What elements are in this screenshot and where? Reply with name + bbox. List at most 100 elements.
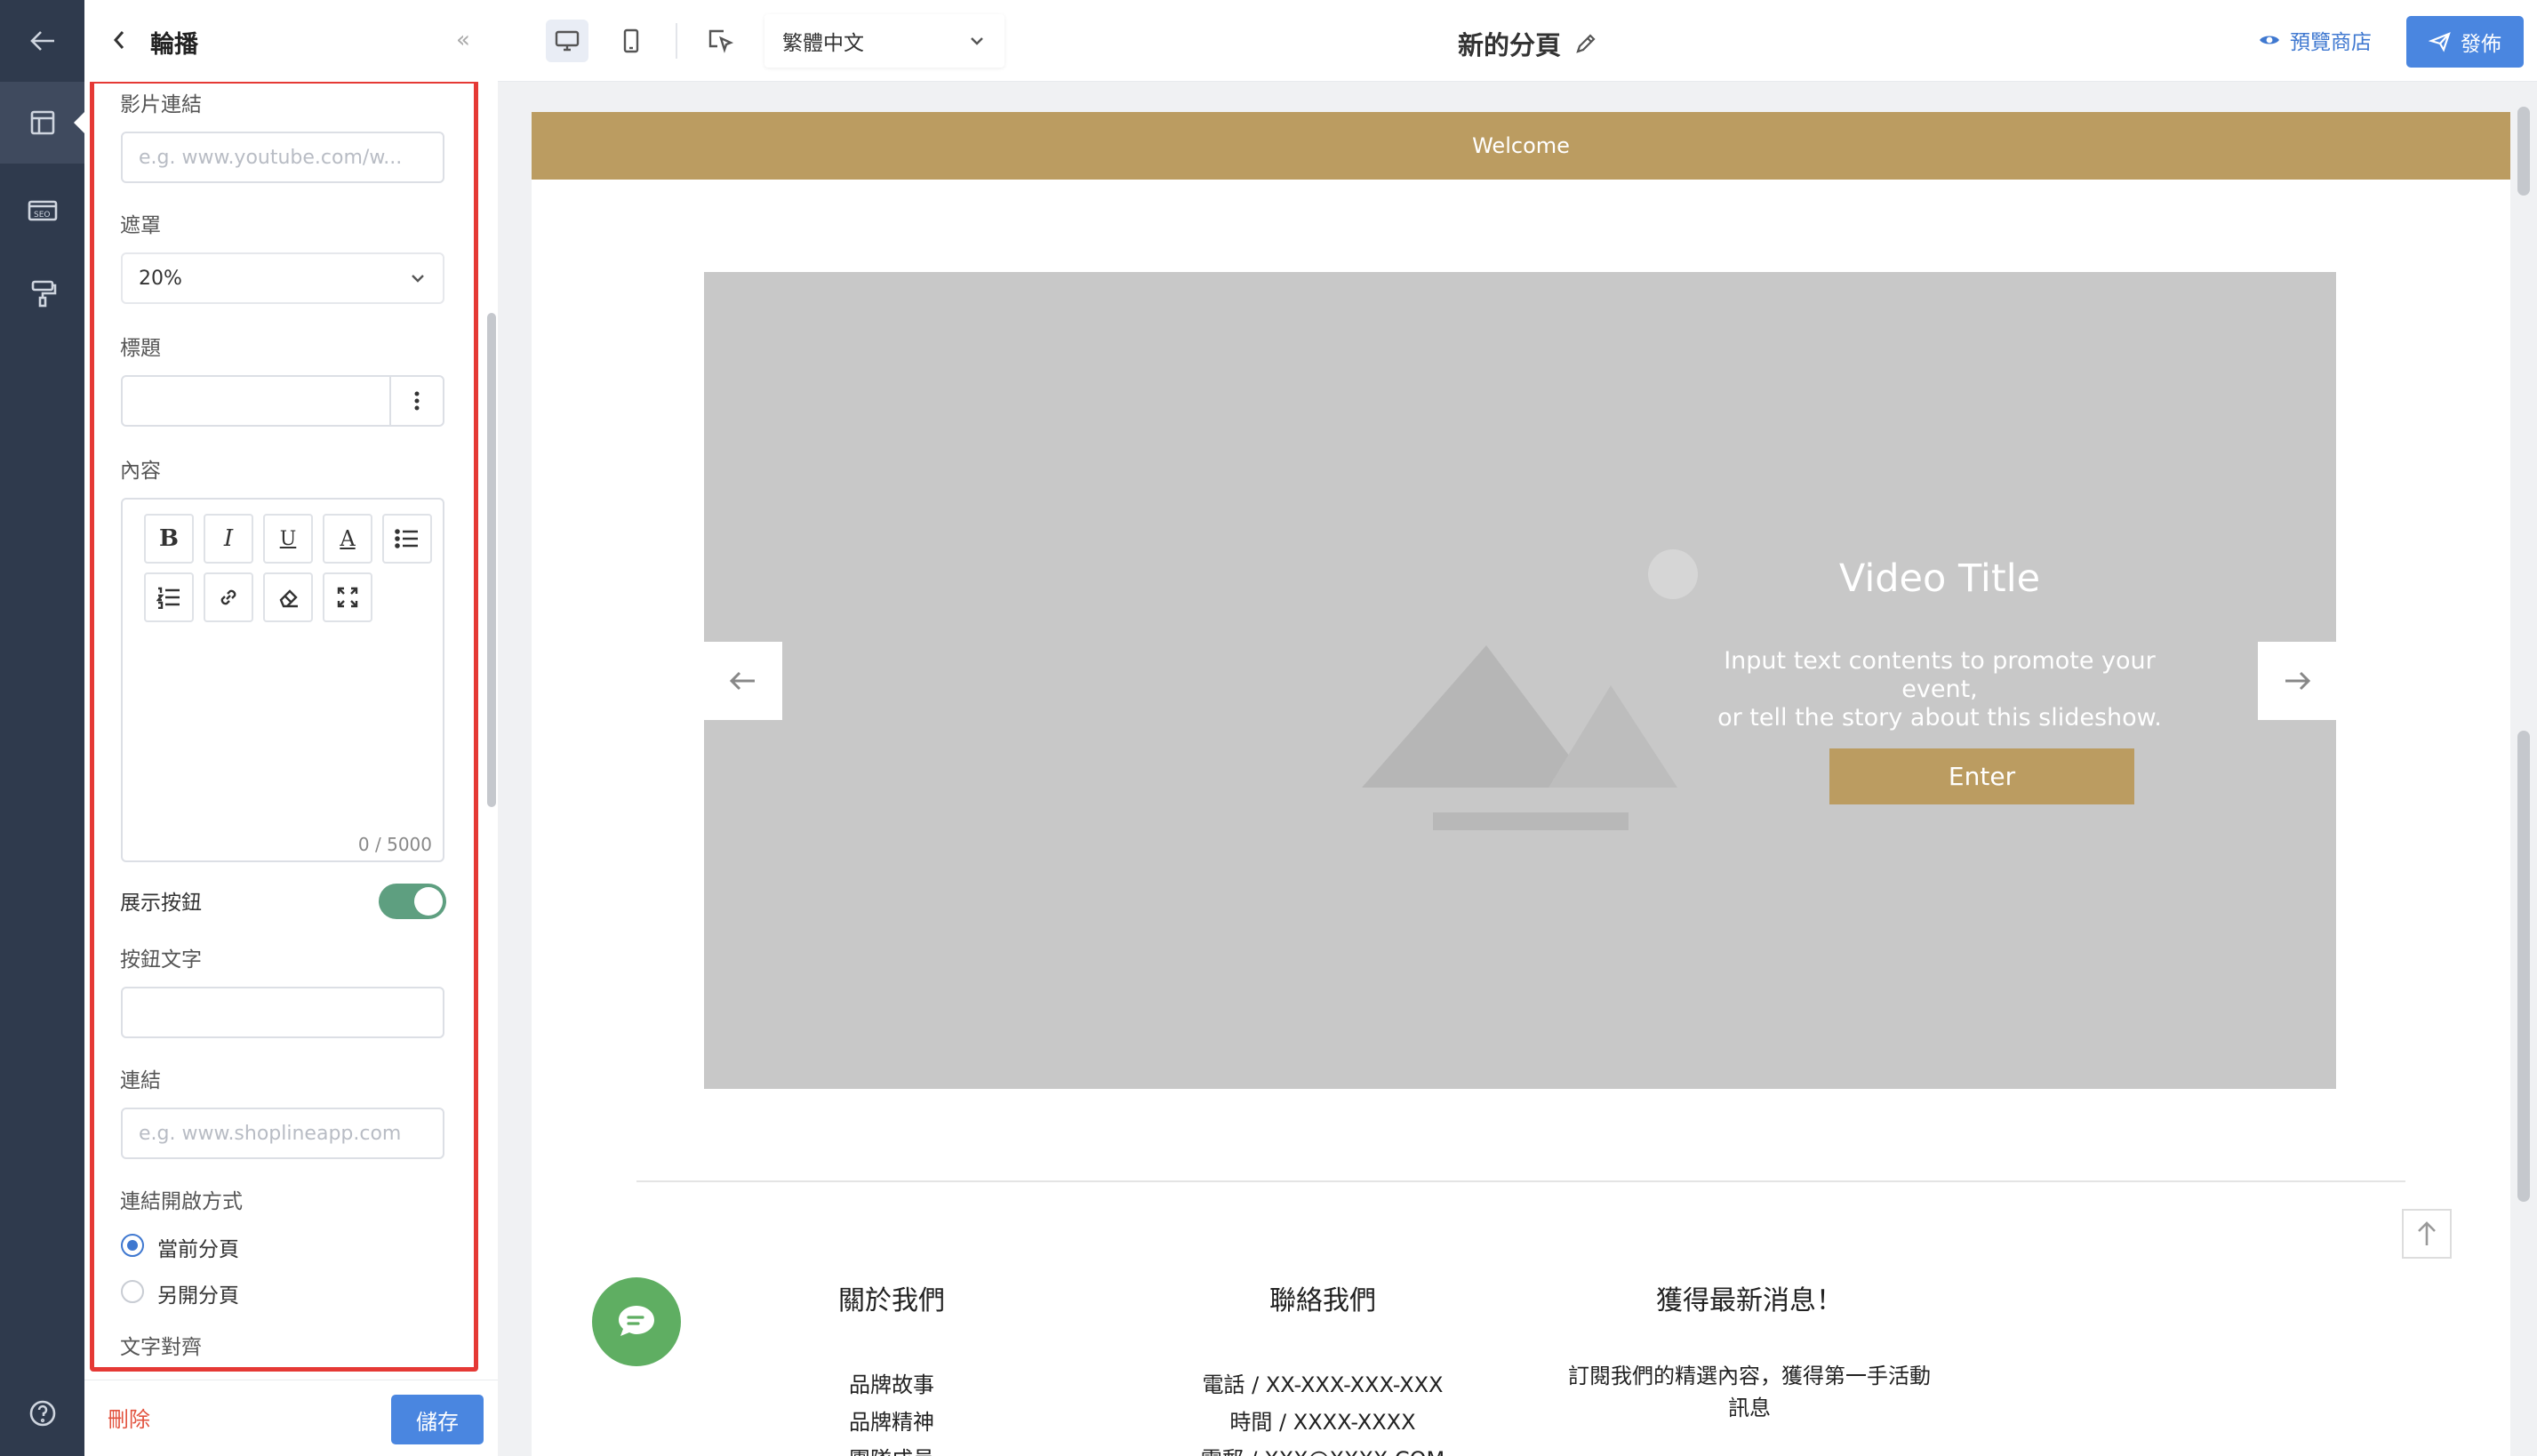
clear-format-button[interactable] — [263, 572, 313, 622]
save-button[interactable]: 儲存 — [391, 1395, 484, 1444]
arrow-up-icon — [2418, 1221, 2436, 1245]
panel-header: 輪播 « — [84, 0, 498, 82]
link-label: 連結 — [120, 1069, 161, 1092]
footer-contact-item: 電郵 / XXX@XXXX.COM — [1154, 1442, 1492, 1456]
back-to-top-button[interactable] — [2402, 1209, 2452, 1259]
fullscreen-icon — [337, 587, 358, 608]
footer-news-text-line-2: 訊息 — [1728, 1396, 1771, 1420]
footer-contact-item: 時間 / XXXX-XXXX — [1229, 1410, 1416, 1435]
mobile-view-button[interactable] — [610, 20, 652, 62]
panel-form: 影片連結 e.g. www.youtube.com/w... 遮罩 20% 標題… — [84, 82, 498, 1380]
slide-description: Input text contents to promote your even… — [1709, 647, 2171, 732]
open-mode-label: 連結開啟方式 — [120, 1190, 243, 1213]
panel-title: 輪播 — [150, 31, 198, 59]
slide-prev-button[interactable] — [704, 642, 782, 720]
chat-icon — [619, 1306, 654, 1336]
footer-about-item[interactable]: 品牌精神 — [807, 1404, 976, 1436]
publish-button[interactable]: 發佈 — [2406, 16, 2524, 68]
panel-scrollbar[interactable] — [487, 313, 496, 807]
chevron-left-icon[interactable] — [109, 27, 129, 57]
footer-about-item[interactable]: 團隊成員 — [807, 1442, 976, 1456]
preview-store-button[interactable]: 預覽商店 — [2258, 25, 2372, 55]
link-button[interactable] — [204, 572, 253, 622]
link-input[interactable]: e.g. www.shoplineapp.com — [121, 1108, 444, 1159]
select-element-button[interactable] — [699, 20, 741, 62]
open-current-label[interactable]: 當前分頁 — [157, 1232, 239, 1262]
desktop-icon — [555, 30, 580, 52]
chat-button[interactable] — [592, 1277, 681, 1366]
text-color-button[interactable]: A — [323, 514, 372, 564]
toggle-knob — [414, 887, 443, 916]
footer-about-title: 關於我們 — [838, 1285, 945, 1316]
language-select[interactable]: 繁體中文 — [764, 14, 1004, 68]
mobile-icon — [623, 28, 639, 53]
bullet-list-button[interactable] — [382, 514, 432, 564]
seo-icon[interactable]: SEO — [0, 169, 84, 251]
link-placeholder: e.g. www.shoplineapp.com — [139, 1122, 402, 1145]
content-label: 內容 — [120, 460, 161, 483]
char-counter: 0 / 5000 — [357, 834, 432, 855]
pencil-icon[interactable] — [1573, 31, 1598, 56]
toolbar-divider — [676, 23, 677, 59]
slide-enter-button[interactable]: Enter — [1829, 748, 2134, 804]
slideshow[interactable]: Video Title Input text contents to promo… — [704, 272, 2336, 1089]
top-bar: 繁體中文 新的分頁 預覽商店 發佈 — [498, 0, 2537, 82]
heading-label: 標題 — [120, 337, 161, 360]
heading-input[interactable] — [121, 375, 444, 427]
page-title-group[interactable]: 新的分頁 — [1458, 25, 1598, 62]
slide-desc-line-2: or tell the story about this slideshow. — [1717, 704, 2162, 732]
fullscreen-button[interactable] — [323, 572, 372, 622]
overlay-select[interactable]: 20% — [121, 252, 444, 304]
settings-panel: 輪播 « 影片連結 e.g. www.youtube.com/w... 遮罩 2… — [84, 0, 498, 1456]
video-link-placeholder: e.g. www.youtube.com/w... — [139, 146, 403, 169]
chevron-down-icon — [412, 275, 424, 283]
open-current-radio[interactable] — [121, 1234, 144, 1257]
layout-icon[interactable] — [0, 82, 86, 164]
language-value: 繁體中文 — [782, 32, 864, 55]
footer-news-title: 獲得最新消息！ — [1656, 1285, 1843, 1316]
footer-about-item[interactable]: 品牌故事 — [807, 1367, 976, 1398]
footer-news-text-line-1: 訂閱我們的精選內容，獲得第一手活動 — [1568, 1364, 1931, 1388]
slide-next-button[interactable] — [2258, 642, 2336, 720]
image-placeholder-icon — [1362, 549, 1698, 830]
open-new-label[interactable]: 另開分頁 — [157, 1278, 239, 1308]
preview-scrollbar[interactable] — [2512, 82, 2537, 1456]
rich-text-editor[interactable]: B I U A 0 / 5000 — [121, 498, 444, 862]
svg-text:SEO: SEO — [34, 211, 50, 220]
underline-button[interactable]: U — [263, 514, 313, 564]
slide-title: Video Title — [1838, 556, 2041, 601]
delete-button[interactable]: 刪除 — [108, 1402, 150, 1433]
publish-label: 發佈 — [2461, 33, 2501, 56]
open-new-radio[interactable] — [121, 1280, 144, 1303]
preview-store-label: 預覽商店 — [2290, 31, 2372, 54]
page-preview: Welcome Video Title Input text contents … — [532, 112, 2510, 1456]
italic-button[interactable]: I — [204, 514, 253, 564]
footer-contact-title: 聯絡我們 — [1269, 1285, 1376, 1316]
overlay-label: 遮罩 — [120, 214, 161, 237]
more-vertical-icon — [414, 391, 420, 411]
paint-roller-icon[interactable] — [0, 252, 84, 334]
desktop-view-button[interactable] — [546, 20, 588, 62]
heading-more-button[interactable] — [389, 377, 443, 425]
bold-button[interactable]: B — [144, 514, 194, 564]
eraser-icon — [279, 589, 298, 608]
bullet-list-icon — [395, 529, 418, 548]
video-link-input[interactable]: e.g. www.youtube.com/w... — [121, 132, 444, 183]
button-text-input[interactable] — [121, 987, 444, 1038]
page-title: 新的分頁 — [1458, 30, 1562, 60]
numbered-list-icon — [156, 587, 180, 609]
left-rail: SEO — [0, 0, 86, 1456]
footer-contact-item: 電話 / XX-XXX-XXX-XXX — [1202, 1372, 1444, 1397]
welcome-banner[interactable]: Welcome — [532, 112, 2510, 180]
numbered-list-button[interactable] — [144, 572, 194, 622]
scrollbar-thumb[interactable] — [2517, 731, 2530, 1202]
section-divider — [636, 1180, 2405, 1182]
collapse-panel-icon[interactable]: « — [456, 27, 470, 53]
help-icon[interactable] — [0, 1372, 84, 1454]
text-align-label: 文字對齊 — [120, 1336, 202, 1359]
video-link-label: 影片連結 — [120, 93, 202, 116]
scrollbar-thumb-top[interactable] — [2517, 107, 2530, 196]
overlay-value: 20% — [139, 267, 182, 290]
back-arrow-icon[interactable] — [0, 0, 84, 82]
show-button-toggle[interactable] — [379, 884, 446, 919]
